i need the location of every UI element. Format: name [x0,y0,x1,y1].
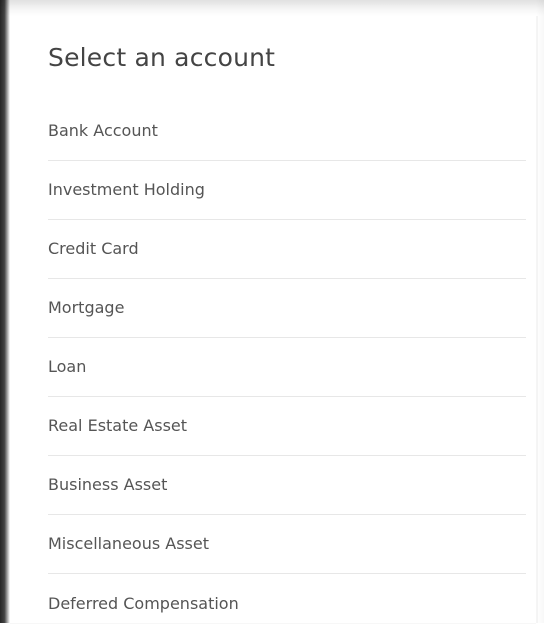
dialog-header: Select an account [48,38,508,78]
list-item-mortgage[interactable]: Mortgage [48,279,526,338]
list-item-deferred-compensation[interactable]: Deferred Compensation [48,574,526,633]
list-item-miscellaneous-asset[interactable]: Miscellaneous Asset [48,515,526,574]
window-edge-shadow [536,0,544,623]
list-item-label: Real Estate Asset [48,416,188,435]
list-item-label: Miscellaneous Asset [48,534,209,553]
dialog-title: Select an account [48,43,276,72]
list-item-bank-account[interactable]: Bank Account [48,102,526,161]
list-item-label: Investment Holding [48,180,205,199]
list-item-label: Business Asset [48,475,168,494]
account-selector-window: Select an account Bank Account Investmen… [0,0,544,623]
account-selector-panel: Select an account Bank Account Investmen… [10,16,536,623]
list-item-investment-holding[interactable]: Investment Holding [48,161,526,220]
list-item-label: Credit Card [48,239,139,258]
list-item-label: Mortgage [48,298,125,317]
list-item-label: Loan [48,357,87,376]
list-item-label: Deferred Compensation [48,593,239,613]
list-item-label: Bank Account [48,121,158,140]
list-item-business-asset[interactable]: Business Asset [48,456,526,515]
list-item-real-estate-asset[interactable]: Real Estate Asset [48,397,526,456]
list-item-loan[interactable]: Loan [48,338,526,397]
account-type-list: Bank Account Investment Holding Credit C… [48,102,526,633]
list-item-credit-card[interactable]: Credit Card [48,220,526,279]
